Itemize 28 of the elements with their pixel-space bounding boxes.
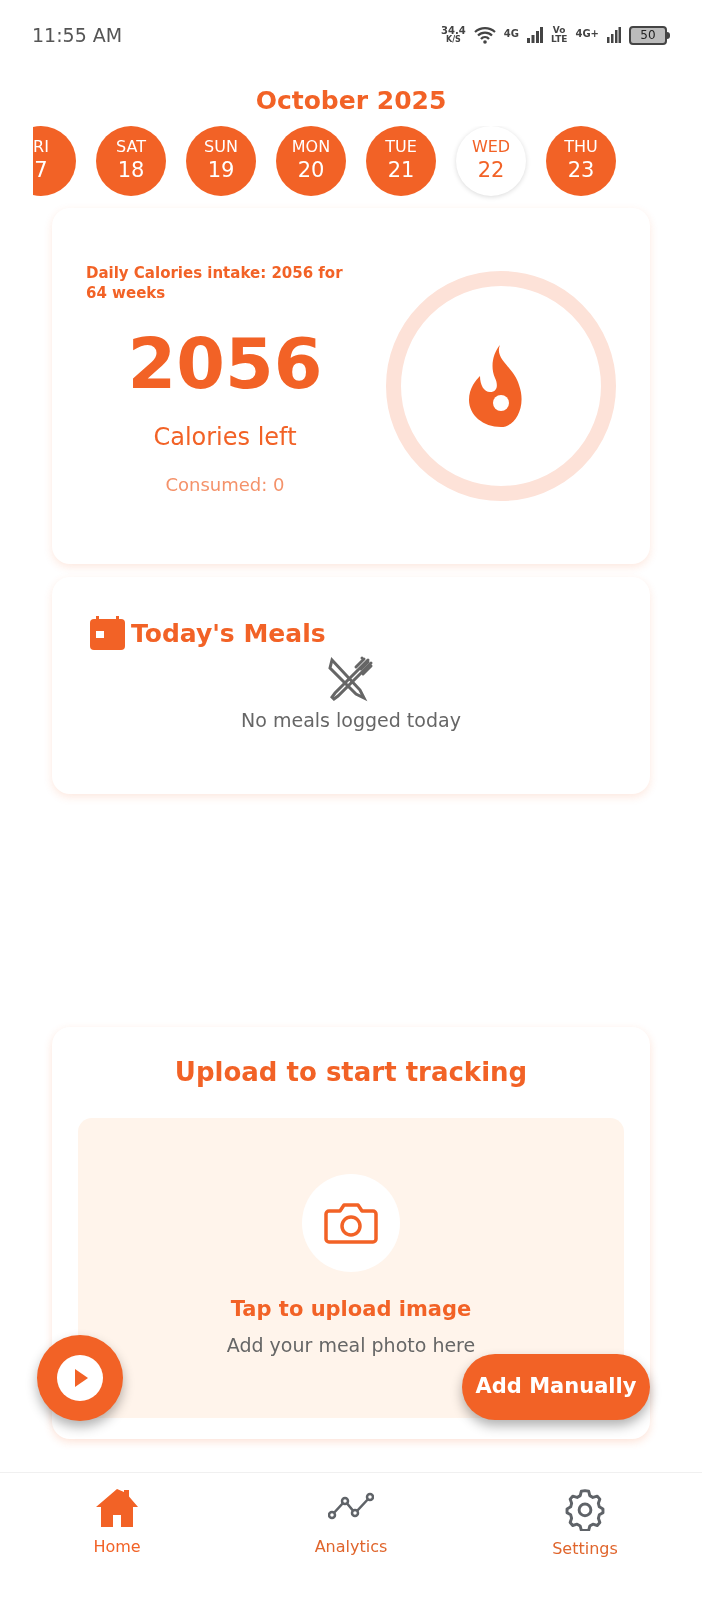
volte-sublabel: LTE — [550, 35, 568, 44]
calories-value: 2056 — [126, 329, 324, 399]
network-speed: 34.4 — [441, 26, 466, 36]
intake-note: Daily Calories intake: 2056 for 64 weeks — [86, 263, 344, 303]
network-type: 4G — [503, 26, 519, 41]
nav-tab[interactable]: Analytics — [314, 1487, 388, 1559]
nav-tab[interactable]: Settings — [552, 1487, 618, 1561]
empty-message: No meals logged today — [241, 708, 461, 733]
day-chip[interactable]: MON 20 — [276, 125, 346, 196]
day-chip[interactable]: SAT 18 — [96, 125, 166, 196]
network-speed-unit: K/S — [445, 36, 461, 44]
upload-title: Upload to start tracking — [173, 1055, 529, 1089]
day-chip[interactable]: WED 22 — [456, 125, 526, 196]
calories-label: Calories left — [152, 422, 298, 453]
consumed-text: Consumed: 0 — [164, 473, 286, 497]
day-chip[interactable]: TUE 21 — [366, 125, 436, 196]
meals-title: Today's Meals — [131, 617, 326, 650]
network-type: 4G+ — [575, 26, 599, 41]
add-manually-button[interactable]: Add Manually — [462, 1354, 650, 1420]
upload-action: Tap to upload image — [230, 1295, 472, 1323]
status-time: 11:55 AM — [32, 22, 123, 48]
month-title: October 2025 — [255, 85, 447, 117]
nav-tab[interactable]: Home — [93, 1487, 141, 1559]
day-chip[interactable]: SUN 19 — [186, 125, 256, 196]
volte-label: Vo — [552, 26, 566, 35]
day-chip[interactable]: THU 23 — [546, 125, 616, 196]
day-chip[interactable]: RI 7 — [33, 125, 76, 196]
battery-level: 50 — [640, 29, 656, 41]
